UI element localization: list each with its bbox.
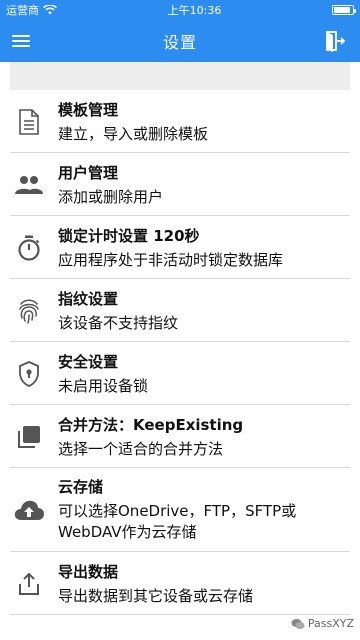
carrier-label: 运营商 — [6, 4, 39, 17]
item-title: 导出数据 — [58, 562, 119, 581]
item-subtitle: 应用程序处于非活动时锁定数据库 — [58, 250, 284, 269]
users-icon — [15, 175, 43, 194]
settings-item-lock-timer[interactable]: 锁定计时设置 120秒 应用程序处于非活动时锁定数据库 — [0, 216, 360, 279]
menu-icon[interactable] — [12, 32, 30, 50]
fingerprint-icon — [19, 299, 39, 324]
copy-icon — [18, 425, 40, 448]
battery-icon — [331, 5, 356, 15]
watermark-text: PassXYZ — [307, 617, 354, 630]
item-subtitle: 未启用设备锁 — [58, 376, 149, 395]
status-time: 上午10:36 — [167, 4, 222, 17]
status-bar: 运营商 上午10:36 — [0, 0, 360, 20]
settings-item-merge-method[interactable]: 合并方法：KeepExisting 选择一个适合的合并方法 — [0, 405, 360, 468]
settings-item-security[interactable]: 安全设置 未启用设备锁 — [0, 342, 360, 405]
section-header-band — [10, 62, 350, 90]
settings-item-users[interactable]: 用户管理 添加或删除用户 — [0, 153, 360, 216]
settings-item-fingerprint[interactable]: 指纹设置 该设备不支持指纹 — [0, 279, 360, 342]
shield-icon — [19, 360, 39, 387]
item-title: 云存储 — [58, 478, 104, 496]
item-subtitle: 该设备不支持指纹 — [58, 313, 179, 332]
wechat-icon — [291, 618, 305, 629]
exit-icon[interactable] — [322, 29, 346, 53]
item-title: 合并方法：KeepExisting — [58, 415, 244, 434]
wifi-icon — [43, 5, 57, 15]
watermark: PassXYZ — [291, 617, 354, 630]
item-subtitle: 建立，导入或删除模板 — [58, 124, 209, 143]
timer-icon — [18, 235, 40, 261]
item-title: 锁定计时设置 120秒 — [58, 226, 200, 245]
item-title: 模板管理 — [58, 100, 119, 119]
settings-item-export[interactable]: 导出数据 导出数据到其它设备或云存储 — [0, 552, 360, 615]
cloud-upload-icon — [14, 500, 44, 520]
document-icon — [19, 108, 39, 135]
item-title: 安全设置 — [58, 352, 119, 371]
settings-item-cloud-storage[interactable]: 云存储 可以选择OneDrive，FTP，SFTP或WebDAV作为云存储 — [0, 468, 360, 552]
page-title: 设置 — [162, 33, 197, 52]
item-subtitle: 可以选择OneDrive，FTP，SFTP或WebDAV作为云存储 — [58, 502, 297, 541]
item-title: 用户管理 — [58, 163, 119, 182]
settings-item-template[interactable]: 模板管理 建立，导入或删除模板 — [0, 90, 360, 153]
item-title: 指纹设置 — [58, 289, 119, 308]
nav-bar: 设置 — [0, 20, 360, 62]
item-subtitle: 选择一个适合的合并方法 — [58, 439, 224, 458]
share-icon — [19, 572, 39, 595]
item-subtitle: 添加或删除用户 — [58, 187, 164, 206]
settings-list: 模板管理 建立，导入或删除模板 用户管理 添加或删除用户 锁定计时设置 120秒… — [0, 90, 360, 615]
item-subtitle: 导出数据到其它设备或云存储 — [58, 586, 254, 605]
